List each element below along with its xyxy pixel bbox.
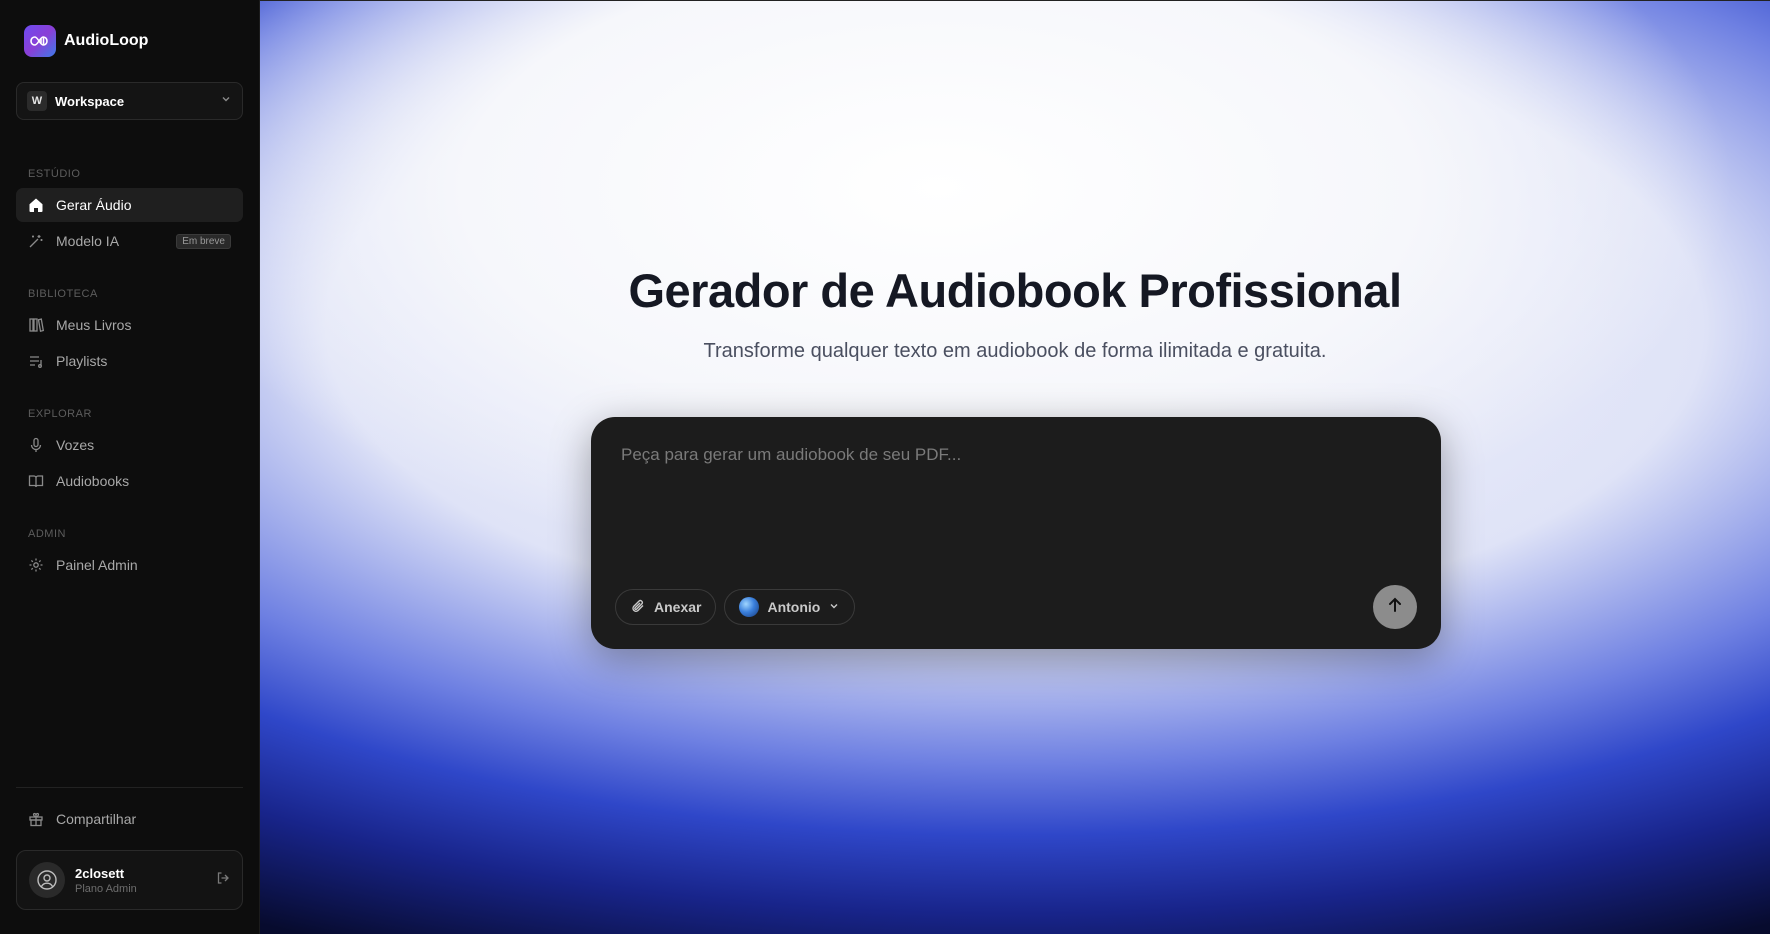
gift-icon [28, 811, 44, 827]
section-label-explorar: EXPLORAR [28, 408, 92, 420]
voice-selector[interactable]: Antonio [724, 589, 856, 625]
magic-wand-icon [28, 233, 44, 249]
attach-label: Anexar [654, 599, 702, 615]
section-label-admin: ADMIN [28, 528, 66, 540]
sidebar-item-painel-admin[interactable]: Painel Admin [16, 548, 243, 582]
user-name: 2closett [75, 865, 125, 881]
prompt-composer: Anexar Antonio [591, 417, 1441, 649]
share-label: Compartilhar [56, 811, 137, 827]
sidebar-item-label: Meus Livros [56, 317, 132, 333]
brand-name: AudioLoop [64, 32, 149, 49]
user-plan: Plano Admin [75, 882, 137, 895]
audioloop-logo-icon [24, 25, 56, 57]
composer-tools: Anexar Antonio [615, 589, 856, 625]
sidebar-item-modelo-ia[interactable]: Modelo IA Em breve [16, 224, 243, 258]
voice-label: Antonio [767, 599, 821, 615]
avatar [29, 862, 65, 898]
sidebar-item-label: Playlists [56, 353, 108, 369]
sidebar-footer: Compartilhar 2closett Plano Admin [16, 787, 243, 910]
voice-avatar [739, 597, 760, 617]
section-label-biblioteca: BIBLIOTECA [28, 288, 98, 300]
book-open-icon [28, 473, 44, 489]
prompt-input[interactable] [621, 445, 1401, 555]
workspace-badge: W [27, 91, 47, 111]
logout-icon[interactable] [216, 871, 230, 890]
workspace-label: Workspace [55, 93, 125, 109]
sidebar-item-label: Audiobooks [56, 473, 130, 489]
user-card[interactable]: 2closett Plano Admin [16, 850, 243, 910]
chevron-down-icon [828, 599, 840, 615]
brand[interactable]: AudioLoop [16, 0, 243, 82]
main-content: Gerador de Audiobook Profissional Transf… [260, 0, 1770, 934]
section-label-estudio: ESTÚDIO [28, 168, 81, 180]
sidebar-item-label: Gerar Áudio [56, 197, 132, 213]
page-subtitle: Transforme qualquer texto em audiobook d… [703, 340, 1327, 362]
sidebar-item-meus-livros[interactable]: Meus Livros [16, 308, 243, 342]
arrow-up-icon [1386, 596, 1404, 619]
gear-icon [28, 557, 44, 573]
divider [16, 787, 243, 788]
send-button[interactable] [1373, 585, 1417, 629]
sidebar-item-audiobooks[interactable]: Audiobooks [16, 464, 243, 498]
playlist-icon [28, 353, 44, 369]
hero: Gerador de Audiobook Profissional Transf… [260, 263, 1770, 363]
sidebar-item-gerar-audio[interactable]: Gerar Áudio [16, 188, 243, 222]
paperclip-icon [630, 598, 646, 617]
home-icon [28, 197, 44, 213]
sidebar-item-label: Vozes [56, 437, 95, 453]
page-title: Gerador de Audiobook Profissional [628, 264, 1402, 317]
sidebar-item-playlists[interactable]: Playlists [16, 344, 243, 378]
coming-soon-badge: Em breve [176, 233, 231, 249]
chevron-down-icon [220, 92, 232, 110]
sidebar-item-label: Modelo IA [56, 233, 120, 249]
sidebar-item-label: Painel Admin [56, 557, 138, 573]
sidebar-item-vozes[interactable]: Vozes [16, 428, 243, 462]
workspace-selector[interactable]: W Workspace [16, 82, 243, 120]
user-info: 2closett Plano Admin [75, 866, 206, 895]
share-button[interactable]: Compartilhar [16, 802, 243, 836]
sidebar: AudioLoop W Workspace ESTÚDIO Gerar Áudi… [0, 0, 260, 934]
app-root: AudioLoop W Workspace ESTÚDIO Gerar Áudi… [0, 0, 1770, 934]
microphone-icon [28, 437, 44, 453]
attach-button[interactable]: Anexar [615, 589, 717, 625]
library-icon [28, 317, 44, 333]
